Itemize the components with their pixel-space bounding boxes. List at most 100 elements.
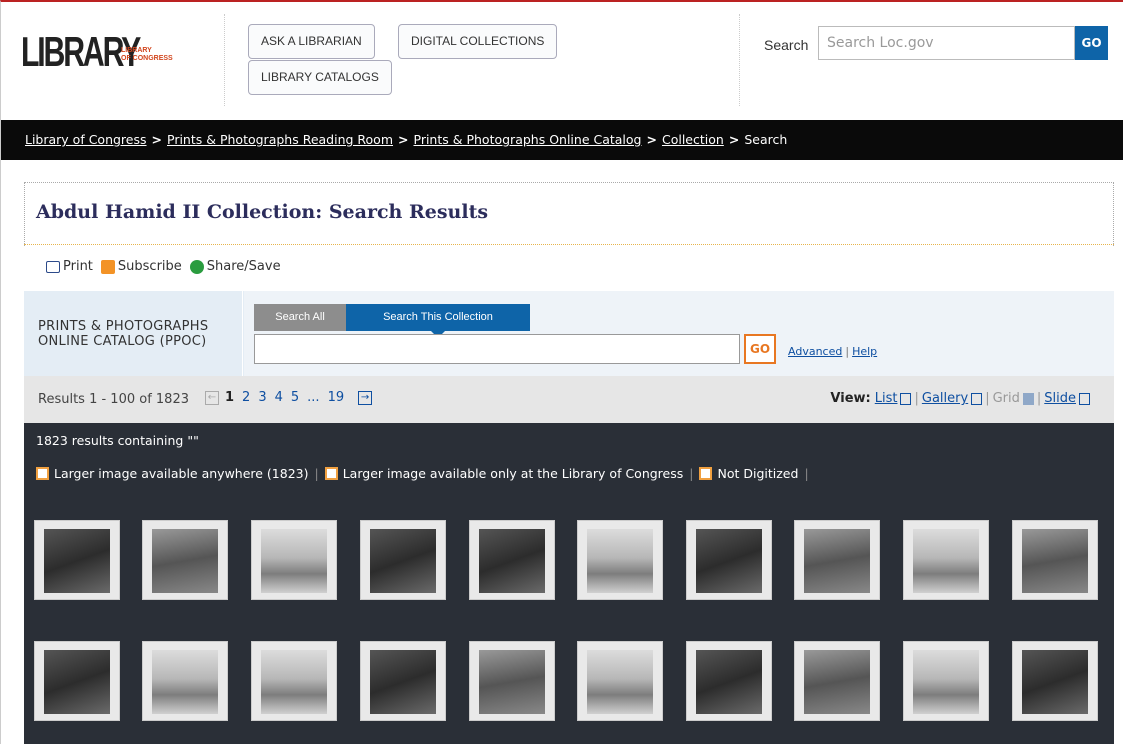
catalog-name-line1: PRINTS & PHOTOGRAPHS [38,319,209,334]
photo-image [261,529,327,593]
subscribe-link[interactable]: Subscribe [100,259,182,274]
result-thumbnail[interactable] [686,641,772,721]
photo-image [479,650,545,714]
result-thumbnail[interactable] [903,641,989,721]
print-label: Print [63,259,93,274]
result-thumbnail[interactable] [686,520,772,600]
result-thumbnail[interactable] [903,520,989,600]
photo-image [804,529,870,593]
filter-loc-only-checkbox[interactable] [324,467,338,480]
page-title: Abdul Hamid II Collection: Search Result… [36,201,489,223]
collection-search-input[interactable] [254,334,740,364]
result-thumbnail[interactable] [1012,641,1098,721]
digital-collections-button[interactable]: DIGITAL COLLECTIONS [398,24,558,59]
advanced-search-link[interactable]: Advanced [788,345,842,358]
breadcrumb-collection[interactable]: Collection [662,132,724,147]
print-link[interactable]: Print [46,259,93,274]
page-1: 1 [225,390,235,405]
breadcrumb-online-catalog[interactable]: Prints & Photographs Online Catalog [414,132,642,147]
results-count: Results 1 - 100 of 1823 [38,392,189,407]
next-page-icon[interactable]: → [358,390,373,405]
view-gallery-link[interactable]: Gallery [922,391,968,406]
view-separator: | [914,391,919,406]
photo-image [44,650,110,714]
collection-search-go-button[interactable]: GO [744,334,776,364]
photo-image [370,529,436,593]
filter-anywhere-label[interactable]: Larger image available anywhere (1823) [54,466,309,481]
result-thumbnail[interactable] [360,520,446,600]
results-gallery: 1823 results containing "" Larger image … [24,423,1114,744]
library-catalogs-button[interactable]: LIBRARY CATALOGS [248,60,392,95]
loc-logo[interactable]: LIBRARY LIBRARY OF CONGRESS [21,20,231,76]
catalog-name-line2: ONLINE CATALOG (PPOC) [38,334,207,349]
breadcrumb-separator: > [728,132,740,147]
share-link[interactable]: Share/Save [189,259,281,274]
filter-separator: | [689,466,694,481]
result-thumbnail[interactable] [794,520,880,600]
page-19[interactable]: 19 [328,390,345,405]
filter-not-digitized-checkbox[interactable] [699,467,713,480]
page-3[interactable]: 3 [258,390,266,405]
breadcrumb-reading-room[interactable]: Prints & Photographs Reading Room [167,132,393,147]
breadcrumb-separator: > [398,132,409,147]
view-switcher: View: List | Gallery | Grid | Slide [830,391,1090,406]
catalog-name[interactable]: PRINTS & PHOTOGRAPHS ONLINE CATALOG (PPO… [38,319,208,349]
result-thumbnail[interactable] [34,641,120,721]
slide-icon [1079,392,1090,405]
result-thumbnail[interactable] [1012,520,1098,600]
logo-subtitle-line2: OF CONGRESS [121,55,173,62]
list-icon [900,392,912,405]
title-box-border [1113,183,1114,246]
filter-anywhere-checkbox[interactable] [36,467,49,480]
title-box-border [24,183,25,246]
photo-image [587,529,653,593]
subscribe-label: Subscribe [117,259,182,274]
share-icon [189,259,204,274]
tab-search-this-collection-label: Search This Collection [383,311,493,323]
result-thumbnail[interactable] [360,641,446,721]
view-separator: | [1036,391,1042,406]
photo-image [44,529,110,593]
result-thumbnail[interactable] [251,641,337,721]
breadcrumb-separator: > [151,132,162,147]
filter-not-digitized-label[interactable]: Not Digitized [717,466,798,481]
tab-search-all[interactable]: Search All [254,304,346,331]
search-help-links: Advanced | Help [788,345,877,358]
page-ellipsis: ... [307,390,320,405]
result-thumbnail[interactable] [469,641,555,721]
result-thumbnail[interactable] [251,520,337,600]
pagination: ← 1 2 3 4 5 ... 19 → [205,390,373,405]
photo-image [587,650,653,714]
photo-image [370,650,436,714]
search-input[interactable]: Search Loc.gov [818,26,1075,60]
photo-image [479,529,545,593]
result-thumbnail[interactable] [142,520,228,600]
title-box: Abdul Hamid II Collection: Search Result… [24,182,1114,246]
result-thumbnail[interactable] [34,520,120,600]
page-4[interactable]: 4 [275,390,283,405]
breadcrumb-current: Search [744,132,788,147]
tab-search-this-collection[interactable]: Search This Collection [346,304,530,338]
breadcrumb-library-of-congress[interactable]: Library of Congress [25,132,147,147]
result-thumbnail[interactable] [794,641,880,721]
logo-subtitle-line1: LIBRARY [121,47,152,54]
result-thumbnail[interactable] [469,520,555,600]
page-2[interactable]: 2 [242,390,250,405]
result-thumbnail[interactable] [577,641,663,721]
filter-loc-only-label[interactable]: Larger image available only at the Libra… [343,466,684,481]
catalog-name-box: PRINTS & PHOTOGRAPHS ONLINE CATALOG (PPO… [24,291,243,376]
help-link[interactable]: Help [852,345,877,358]
breadcrumb-separator: > [646,132,657,147]
search-go-button[interactable]: GO [1075,26,1108,60]
result-thumbnail[interactable] [577,520,663,600]
view-list-link[interactable]: List [875,391,898,406]
page-5[interactable]: 5 [291,390,299,405]
photo-image [696,650,762,714]
result-thumbnail[interactable] [142,641,228,721]
ask-librarian-button[interactable]: ASK A LIBRARIAN [248,24,375,59]
availability-filters: Larger image available anywhere (1823) |… [36,466,815,481]
page-tools: Print Subscribe Share/Save [46,259,289,274]
view-slide-link[interactable]: Slide [1044,391,1076,406]
photo-image [913,529,979,593]
filter-separator: | [804,466,809,481]
